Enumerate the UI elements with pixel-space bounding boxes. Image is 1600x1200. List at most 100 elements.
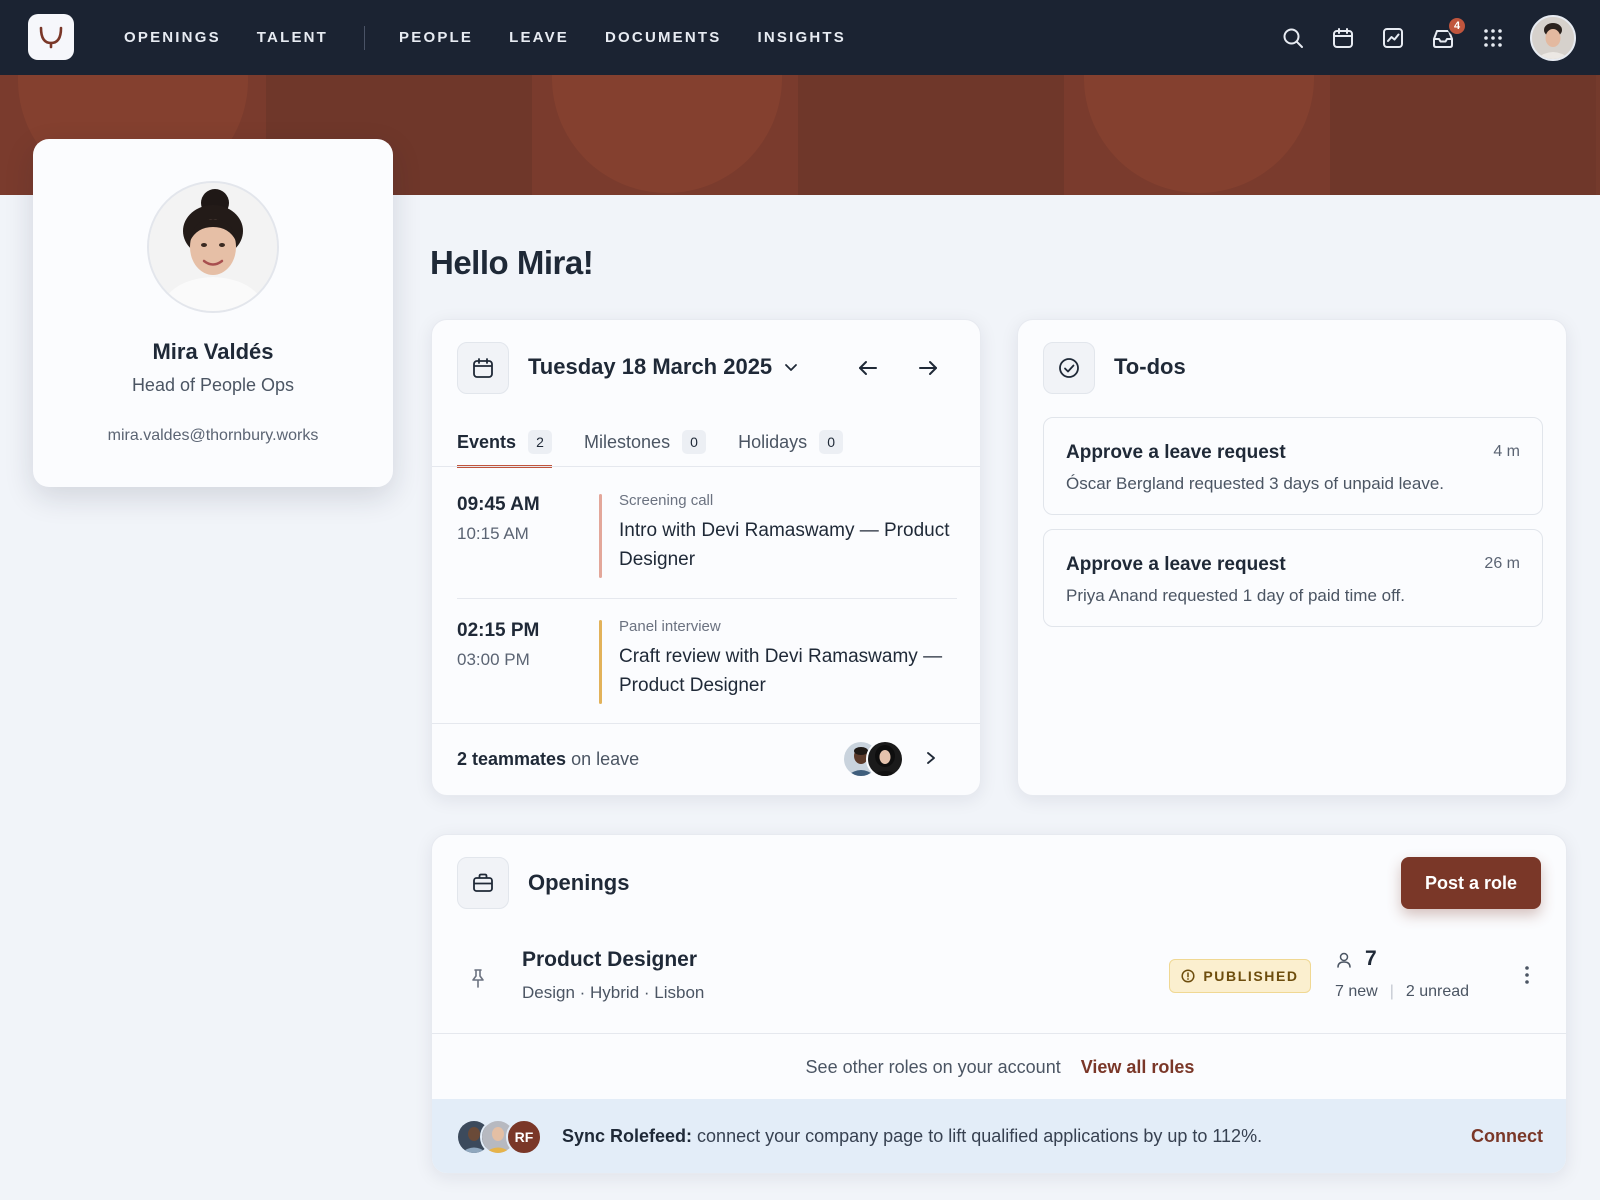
connect-link[interactable]: Connect — [1471, 1126, 1543, 1147]
todo-detail: Óscar Bergland requested 3 days of unpai… — [1066, 474, 1445, 493]
calendar-icon[interactable] — [1330, 25, 1356, 51]
calendar-card: Tuesday 18 March 2025 Events 2 Milestone… — [431, 319, 981, 796]
greeting-heading: Hello Mira! — [430, 244, 594, 281]
job-divider — [432, 1033, 1566, 1034]
separator: | — [1389, 983, 1394, 1000]
tab-count: 2 — [528, 430, 553, 454]
tab-label: Events — [457, 431, 517, 452]
user-avatar[interactable] — [1530, 14, 1576, 61]
event-start-time: 09:45 AM — [457, 494, 540, 515]
person-icon — [1337, 952, 1351, 968]
todos-title: To-dos — [1114, 354, 1186, 379]
event-end-time: 10:15 AM — [457, 524, 529, 543]
event-kind: Screening call — [619, 492, 714, 509]
sync-message: Sync Rolefeed: connect your company page… — [562, 1126, 1262, 1147]
event-item[interactable]: 09:45 AM 10:15 AM Screening call Intro w… — [457, 492, 957, 620]
tab-label: Milestones — [584, 431, 671, 452]
top-nav: OPENINGS TALENT PEOPLE LEAVE DOCUMENTS I… — [0, 0, 1600, 75]
todo-heading: Approve a leave request — [1066, 554, 1286, 575]
nav-people[interactable]: PEOPLE — [399, 29, 473, 46]
todos-card-icon-box — [1043, 342, 1095, 394]
nav-links: OPENINGS TALENT PEOPLE LEAVE DOCUMENTS I… — [124, 0, 882, 75]
nav-openings[interactable]: OPENINGS — [124, 29, 221, 46]
todo-item[interactable]: Approve a leave request Óscar Bergland r… — [1043, 417, 1543, 515]
calendar-card-icon-box — [457, 342, 509, 394]
on-leave-summary[interactable]: 2 teammates on leave — [457, 749, 639, 770]
tab-count: 0 — [819, 430, 844, 454]
leave-divider — [432, 723, 980, 724]
date-picker[interactable]: Tuesday 18 March 2025 — [528, 354, 798, 380]
todo-detail: Priya Anand requested 1 day of paid time… — [1066, 586, 1405, 605]
openings-card-icon-box — [457, 857, 509, 909]
sync-banner: RF Sync Rolefeed: connect your company p… — [432, 1099, 1566, 1173]
more-options-icon[interactable] — [1524, 965, 1530, 985]
job-title[interactable]: Product Designer — [522, 948, 697, 972]
applicants-unread: 2 unread — [1405, 983, 1470, 1000]
nav-leave[interactable]: LEAVE — [509, 29, 569, 46]
calendar-tabs: Events 2 Milestones 0 Holidays 0 — [457, 424, 875, 468]
nav-actions: 4 — [1256, 0, 1576, 75]
event-item[interactable]: 02:15 PM 03:00 PM Panel interview Craft … — [457, 618, 957, 746]
nav-insights[interactable]: INSIGHTS — [757, 29, 845, 46]
tab-count: 0 — [682, 430, 707, 454]
profile-photo — [147, 181, 279, 313]
on-leave-suffix: on leave — [566, 749, 640, 769]
profile-email[interactable]: mira.valdes@thornbury.works — [33, 427, 393, 445]
profile-role: Head of People Ops — [131, 375, 295, 395]
profile-photo-image — [149, 183, 277, 311]
openings-card: Openings Post a role Product Designer De… — [431, 834, 1567, 1174]
status-label: PUBLISHED — [1203, 968, 1299, 984]
apps-grid-icon[interactable] — [1480, 25, 1506, 51]
calendar-icon — [473, 358, 493, 378]
applicants-new: 7 new — [1335, 983, 1378, 1000]
app-logo[interactable] — [28, 14, 74, 60]
arrow-left-icon[interactable] — [856, 356, 880, 380]
logo-icon — [39, 26, 63, 49]
sync-avatars: RF — [456, 1119, 546, 1155]
other-roles-row: See other roles on your account View all … — [432, 1057, 1566, 1078]
tab-events[interactable]: Events 2 — [457, 424, 553, 468]
check-circle-icon — [1059, 358, 1079, 378]
on-leave-avatars — [842, 740, 912, 778]
event-color-bar — [599, 494, 602, 578]
avatar — [866, 740, 904, 778]
nav-divider — [364, 25, 366, 50]
user-avatar-image — [1532, 16, 1574, 59]
arrow-right-icon[interactable] — [916, 356, 940, 380]
event-kind: Panel interview — [619, 618, 721, 635]
todos-card: To-dos Approve a leave request Óscar Ber… — [1017, 319, 1567, 796]
applicant-breakdown: 7 new | 2 unread — [1335, 983, 1469, 1001]
event-end-time: 03:00 PM — [457, 650, 530, 669]
sync-body: connect your company page to lift qualif… — [692, 1126, 1263, 1146]
date-label: Tuesday 18 March 2025 — [528, 354, 773, 379]
briefcase-icon — [473, 873, 493, 892]
other-roles-text: See other roles on your account — [805, 1057, 1061, 1077]
job-meta: Design · Hybrid · Lisbon — [522, 983, 705, 1002]
tab-holidays[interactable]: Holidays 0 — [738, 424, 844, 460]
todo-time-ago: 4 m — [1493, 443, 1520, 460]
todo-item[interactable]: Approve a leave request Priya Anand requ… — [1043, 529, 1543, 627]
inbox-icon[interactable]: 4 — [1430, 15, 1467, 51]
event-color-bar — [599, 620, 602, 704]
tabs-divider — [432, 466, 980, 467]
event-title: Craft review with Devi Ramaswamy — Produ… — [619, 646, 943, 696]
chart-icon[interactable] — [1380, 25, 1406, 51]
applicants-summary[interactable]: 7 7 new | 2 unread — [1335, 947, 1469, 1000]
on-leave-count: 2 teammates — [457, 749, 567, 769]
post-role-button[interactable]: Post a role — [1401, 857, 1541, 909]
tab-milestones[interactable]: Milestones 0 — [584, 424, 707, 460]
profile-name: Mira Valdés — [152, 339, 274, 364]
event-divider — [457, 598, 957, 599]
nav-talent[interactable]: TALENT — [257, 29, 328, 46]
pin-icon[interactable] — [468, 967, 488, 989]
applicant-count: 7 — [1365, 947, 1377, 970]
profile-card: Mira Valdés Head of People Ops mira.vald… — [33, 139, 393, 487]
nav-documents[interactable]: DOCUMENTS — [605, 29, 721, 46]
todo-heading: Approve a leave request — [1066, 442, 1286, 463]
chevron-right-icon[interactable] — [924, 751, 938, 765]
search-icon[interactable] — [1280, 25, 1306, 51]
chevron-down-icon — [785, 364, 798, 371]
openings-title: Openings — [528, 870, 630, 895]
view-all-roles-link[interactable]: View all roles — [1081, 1057, 1195, 1077]
todo-time-ago: 26 m — [1484, 555, 1520, 572]
